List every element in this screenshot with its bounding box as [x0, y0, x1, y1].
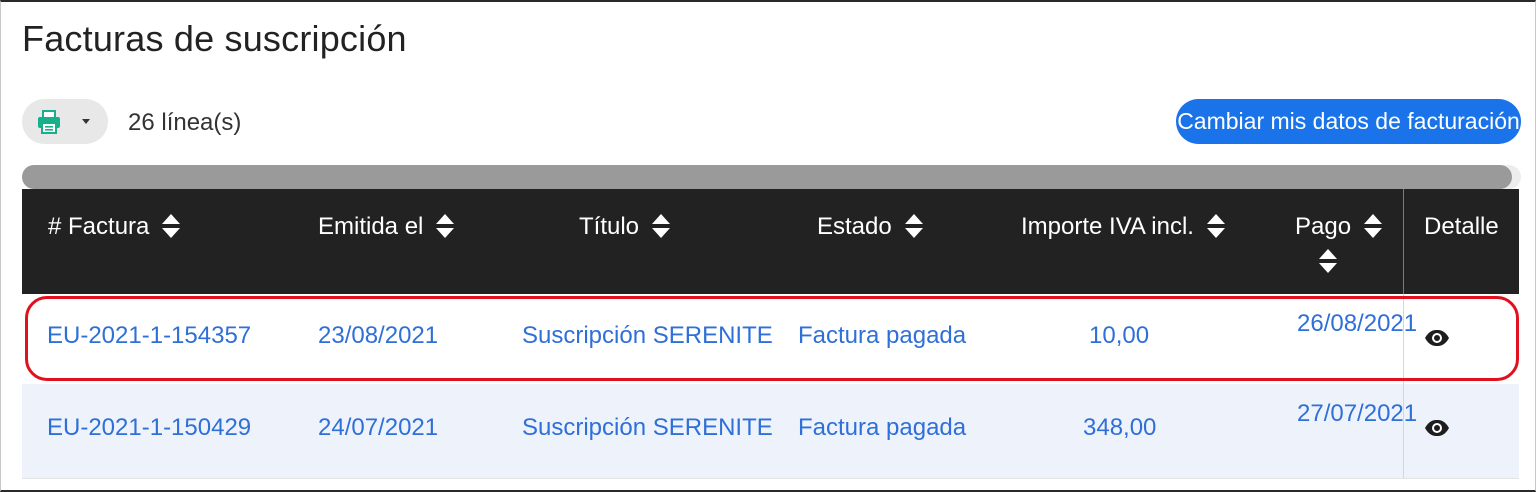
caret-down-icon [82, 119, 90, 124]
column-header-payment[interactable]: Pago [1295, 213, 1383, 241]
column-header-label: Estado [817, 213, 892, 240]
eye-icon[interactable] [1424, 329, 1450, 347]
sort-icon[interactable] [161, 214, 181, 240]
column-header-status[interactable]: Estado [817, 213, 924, 241]
change-billing-data-button[interactable]: Cambiar mis datos de facturación [1176, 99, 1521, 144]
column-divider [1403, 189, 1404, 294]
eye-icon[interactable] [1424, 419, 1450, 437]
table-row: EU-2021-1-154357 23/08/2021 Suscripción … [22, 294, 1519, 384]
sort-icon[interactable] [1206, 214, 1226, 240]
invoice-title[interactable]: Suscripción SERENITE [522, 414, 773, 442]
column-header-label: Pago [1295, 213, 1352, 240]
column-header-detail: Detalle [1424, 213, 1499, 241]
horizontal-scrollbar[interactable] [22, 165, 1521, 189]
column-header-issued[interactable]: Emitida el [318, 213, 455, 241]
sort-icon[interactable] [1318, 249, 1338, 275]
sort-icon[interactable] [904, 214, 924, 240]
printer-icon [38, 109, 60, 134]
table-header: # Factura Emitida el Título Estado Impor… [22, 189, 1519, 294]
export-dropdown-button[interactable] [22, 99, 108, 144]
invoice-amount: 10,00 [1089, 322, 1150, 349]
sort-icon[interactable] [651, 214, 671, 240]
column-header-invoice[interactable]: # Factura [48, 213, 181, 241]
issued-date[interactable]: 23/08/2021 [318, 322, 438, 350]
page-title: Facturas de suscripción [22, 18, 407, 59]
invoice-number-link[interactable]: EU-2021-1-154357 [47, 322, 251, 350]
table-bottom-border [22, 478, 1519, 479]
column-header-title[interactable]: Título [579, 213, 671, 241]
invoice-status[interactable]: Factura pagada [798, 414, 966, 442]
column-header-label: Título [579, 213, 640, 240]
invoice-title[interactable]: Suscripción SERENITE [522, 322, 773, 350]
table-row: EU-2021-1-150429 24/07/2021 Suscripción … [22, 384, 1519, 478]
invoice-number-link[interactable]: EU-2021-1-150429 [47, 414, 251, 442]
column-header-amount[interactable]: Importe IVA incl. [1021, 213, 1226, 241]
column-divider [1403, 294, 1404, 384]
column-header-label: Detalle [1424, 213, 1499, 240]
payment-date[interactable]: 26/08/2021 [1297, 308, 1417, 339]
invoice-status[interactable]: Factura pagada [798, 322, 966, 350]
invoice-amount: 348,00 [1083, 414, 1157, 441]
line-count: 26 línea(s) [128, 109, 242, 136]
column-header-label: # Factura [48, 213, 150, 240]
sort-icon[interactable] [435, 214, 455, 240]
scrollbar-thumb[interactable] [22, 165, 1512, 189]
payment-date[interactable]: 27/07/2021 [1297, 398, 1417, 429]
issued-date[interactable]: 24/07/2021 [318, 414, 438, 442]
column-header-label: Emitida el [318, 213, 424, 240]
column-divider [1403, 384, 1404, 478]
column-header-label: Importe IVA incl. [1021, 213, 1194, 240]
sort-icon[interactable] [1363, 214, 1383, 240]
